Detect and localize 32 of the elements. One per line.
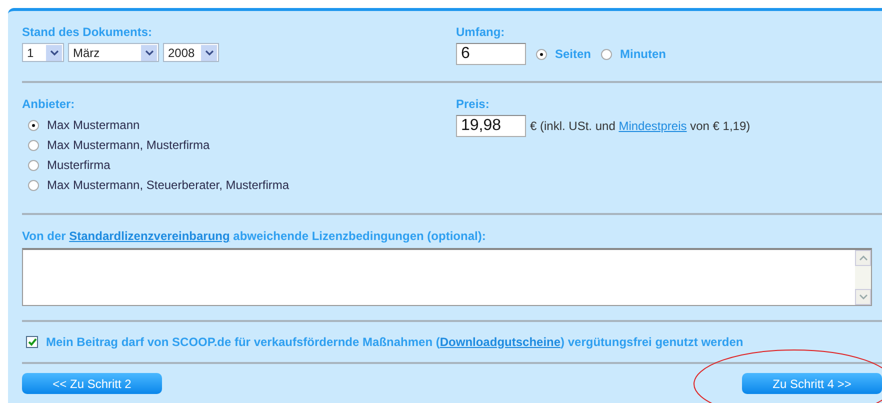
dropdown[interactable]: 1 (22, 43, 64, 62)
radio-button[interactable] (28, 180, 39, 190)
radio-button[interactable] (28, 120, 39, 130)
radio-button[interactable] (601, 48, 612, 60)
caret-icon (141, 44, 157, 60)
caret-icon (46, 44, 62, 60)
section-label: Stand des Dokuments: (22, 25, 154, 40)
scroll-up-icon[interactable] (855, 250, 871, 266)
radio-label: Max Mustermann, Steuerberater, Musterfirma (47, 178, 290, 192)
consent-text: Mein Beitrag darf von SCOOP.de für verkaufsfördernde Maßnahmen (Downloadgutscheine) vergütungsfrei genutzt werden (46, 334, 744, 350)
radio-label: Minuten (620, 47, 666, 61)
scrollbar[interactable] (855, 250, 871, 305)
section-label: Umfang: (456, 25, 506, 40)
radio-button[interactable] (536, 48, 547, 60)
radio-label: Max Mustermann (47, 118, 140, 132)
section-label: Anbieter: (22, 97, 76, 112)
price-field[interactable]: 19,98 (456, 115, 526, 137)
checkbox[interactable] (26, 336, 38, 348)
radio-button[interactable] (28, 140, 39, 150)
radio-label: Seiten (555, 47, 592, 61)
section-label: Preis: (456, 97, 490, 112)
price-note: € (inkl. USt. und Mindestpreis von € 1,19) (530, 119, 750, 133)
radio-button[interactable] (28, 160, 39, 170)
caret-icon (201, 44, 217, 60)
dropdown[interactable]: März (68, 43, 159, 62)
scroll-down-icon[interactable] (855, 289, 871, 305)
radio-label: Max Mustermann, Musterfirma (47, 138, 210, 152)
page-count-field[interactable]: 6 (456, 43, 526, 65)
section-label: Von der Standardlizenzvereinbarung abweichende Lizenzbedingungen (optional): (22, 228, 487, 244)
license-text-area[interactable] (22, 248, 872, 306)
radio-label: Musterfirma (47, 158, 110, 172)
dropdown[interactable]: 2008 (163, 43, 219, 62)
